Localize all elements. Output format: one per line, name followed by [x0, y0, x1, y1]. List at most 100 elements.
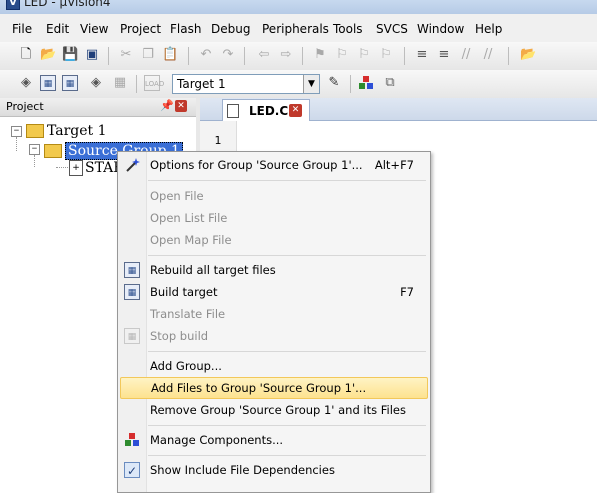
menu-item-options-for-group[interactable]: Options for Group 'Source Group 1'... Al…: [120, 154, 428, 176]
toolbar-separator: [244, 47, 245, 65]
menu-separator: [148, 425, 426, 426]
menu-window[interactable]: Window: [417, 22, 464, 36]
menu-item-add-files-to-group[interactable]: Add Files to Group 'Source Group 1'...: [120, 377, 428, 399]
options-magic-wand-icon[interactable]: ✎: [326, 75, 342, 91]
bookmark-prev-icon[interactable]: ⚐: [334, 47, 350, 63]
menu-item-open-file[interactable]: Open File: [120, 185, 428, 207]
menu-item-label: Open File: [150, 189, 204, 203]
document-icon: [227, 104, 239, 118]
find-in-files-icon[interactable]: 📂: [520, 47, 536, 63]
undo-icon[interactable]: ↶: [198, 47, 214, 63]
menu-svcs[interactable]: SVCS: [376, 22, 408, 36]
menu-item-label: Build target: [150, 285, 218, 299]
indent-icon[interactable]: ≡: [414, 47, 430, 63]
rebuild-icon[interactable]: ▦: [62, 75, 78, 91]
menu-separator: [148, 455, 426, 456]
navigate-forward-icon[interactable]: ⇨: [278, 47, 294, 63]
collapse-toggle[interactable]: −: [11, 126, 22, 137]
menu-item-shortcut: F7: [400, 285, 414, 299]
stop-build-icon: ▦: [124, 328, 140, 344]
menu-peripherals[interactable]: Peripherals: [262, 22, 329, 36]
menu-item-build-target[interactable]: ▦ Build target F7: [120, 281, 428, 303]
menu-item-label: Show Include File Dependencies: [150, 463, 335, 477]
target-folder-icon: [26, 124, 44, 138]
menu-file[interactable]: File: [12, 22, 32, 36]
save-icon[interactable]: 💾: [62, 47, 78, 63]
new-file-icon[interactable]: 🗋: [18, 47, 34, 63]
menu-separator: [148, 351, 426, 352]
toolbar-separator: [188, 47, 189, 65]
uncomment-icon[interactable]: //: [480, 47, 496, 63]
menu-item-label: Add Group...: [150, 359, 222, 373]
manage-components-icon[interactable]: [358, 75, 374, 91]
menu-separator: [148, 180, 426, 181]
menu-item-remove-group[interactable]: Remove Group 'Source Group 1' and its Fi…: [120, 399, 428, 421]
menu-item-label: Manage Components...: [150, 433, 284, 447]
group-folder-icon: [44, 144, 62, 158]
menu-help[interactable]: Help: [475, 22, 502, 36]
bookmark-toggle-icon[interactable]: ⚑: [312, 47, 328, 63]
menu-bar: File Edit View Project Flash Debug Perip…: [0, 14, 597, 43]
menu-item-rebuild-all[interactable]: ▦ Rebuild all target files: [120, 259, 428, 281]
multi-project-icon[interactable]: ⧉: [382, 75, 398, 91]
pin-icon[interactable]: 📌: [160, 99, 174, 112]
tree-connector: [16, 137, 17, 151]
chevron-down-icon[interactable]: ▼: [303, 75, 319, 93]
menu-item-label: Rebuild all target files: [150, 263, 276, 277]
menu-item-add-group[interactable]: Add Group...: [120, 355, 428, 377]
menu-flash[interactable]: Flash: [170, 22, 201, 36]
download-icon[interactable]: LOAD: [144, 75, 164, 91]
tree-connector: [34, 155, 35, 167]
unindent-icon[interactable]: ≡: [436, 47, 452, 63]
options-magic-wand-icon: [124, 157, 140, 173]
menu-item-manage-components[interactable]: Manage Components...: [120, 429, 428, 451]
tab-led-c[interactable]: LED.C ✕: [222, 99, 310, 122]
project-panel-title: Project: [6, 100, 44, 113]
comment-icon[interactable]: //: [458, 47, 474, 63]
window-title: LED - µVision4: [24, 0, 111, 9]
collapse-toggle[interactable]: −: [29, 144, 40, 155]
menu-item-open-map-file[interactable]: Open Map File: [120, 229, 428, 251]
menu-item-label: Stop build: [150, 329, 209, 343]
standard-toolbar: 🗋 📂 💾 ▣ ✂ ❐ 📋 ↶ ↷ ⇦ ⇨ ⚑ ⚐ ⚐ ⚐ ≡ ≡ // // …: [0, 42, 597, 108]
translate-icon[interactable]: ◈: [18, 75, 34, 91]
bookmark-clear-icon[interactable]: ⚐: [378, 47, 394, 63]
menu-tools[interactable]: Tools: [333, 22, 363, 36]
menu-edit[interactable]: Edit: [46, 22, 69, 36]
tree-connector: [56, 167, 68, 168]
menu-debug[interactable]: Debug: [211, 22, 250, 36]
batch-build-icon[interactable]: ◈: [88, 75, 104, 91]
cut-icon[interactable]: ✂: [118, 47, 134, 63]
menu-item-stop-build[interactable]: ▦ Stop build: [120, 325, 428, 347]
app-icon: V: [6, 0, 20, 10]
close-icon[interactable]: ✕: [175, 100, 187, 112]
build-icon[interactable]: ▦: [40, 75, 56, 91]
menu-item-open-list-file[interactable]: Open List File: [120, 207, 428, 229]
open-folder-icon[interactable]: 📂: [40, 47, 56, 63]
redo-icon[interactable]: ↷: [220, 47, 236, 63]
menu-item-translate-file[interactable]: Translate File: [120, 303, 428, 325]
target-select-value: Target 1: [177, 77, 226, 91]
menu-item-label: Translate File: [150, 307, 226, 321]
save-all-icon[interactable]: ▣: [84, 47, 100, 63]
paste-icon[interactable]: 📋: [162, 47, 178, 63]
line-number: 1: [214, 134, 222, 147]
toolbar-separator: [108, 47, 109, 65]
menu-view[interactable]: View: [80, 22, 108, 36]
toolbar-separator: [404, 47, 405, 65]
title-bar: V LED - µVision4: [0, 0, 597, 14]
navigate-back-icon[interactable]: ⇦: [256, 47, 272, 63]
tree-item-target[interactable]: Target 1: [47, 123, 107, 139]
bookmark-next-icon[interactable]: ⚐: [356, 47, 372, 63]
stop-build-icon[interactable]: ▦: [112, 75, 128, 91]
copy-icon[interactable]: ❐: [140, 47, 156, 63]
menu-separator: [148, 255, 426, 256]
context-menu: Options for Group 'Source Group 1'... Al…: [117, 151, 431, 493]
menu-item-show-include-deps[interactable]: ✓ Show Include File Dependencies: [120, 459, 428, 481]
build-icon: ▦: [124, 284, 140, 300]
close-tab-icon[interactable]: ✕: [289, 104, 302, 117]
toolbar-separator: [302, 47, 303, 65]
menu-project[interactable]: Project: [120, 22, 161, 36]
tab-label: LED.C: [249, 104, 289, 118]
target-select[interactable]: Target 1 ▼: [172, 74, 320, 94]
